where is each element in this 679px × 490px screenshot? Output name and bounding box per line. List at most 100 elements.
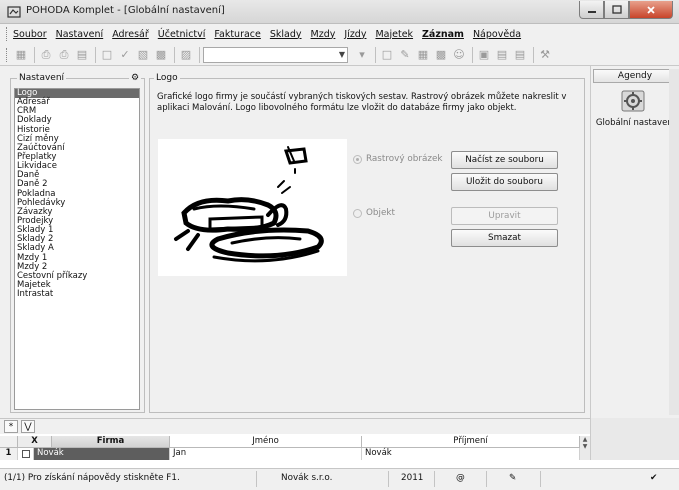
status-record-info: (1/1) Pro získání nápovědy stiskněte F1. [4,473,180,483]
users-icon[interactable]: ☺ [451,47,467,63]
edit-pencil-icon[interactable]: ✎ [397,47,413,63]
cell-prijmeni[interactable]: Novák [362,448,580,460]
report-icon[interactable]: ▤ [512,47,528,63]
row-checkbox[interactable] [18,448,34,460]
settings-nav-list[interactable]: Logo Adresář CRM Doklady Historie Cizí měny Za… [14,88,140,410]
save-icon[interactable]: ▧ [135,47,151,63]
at-sign-icon[interactable]: @ [456,473,465,483]
document-icon[interactable]: □ [379,47,395,63]
logo-legend: Logo [154,73,180,83]
print-icon[interactable]: ⎙ [38,47,54,63]
close-icon [647,5,655,14]
company-logo-drawing [174,146,324,263]
preview-icon[interactable]: ▤ [74,47,90,63]
status-year: 2011 [401,473,424,483]
filter-icon[interactable]: ⋁ [21,420,35,433]
paste-icon[interactable]: ▨ [178,47,194,63]
menu-adresar[interactable]: Adresář [112,29,149,40]
logo-group: Logo Grafické logo firmy je součástí vyb… [149,73,585,413]
toolbar-separator [375,46,376,63]
edit-icon[interactable]: ✓ [117,47,133,63]
check-circle-icon[interactable]: ✔ [650,473,657,483]
pohoda-app-icon [7,6,21,18]
toolbar-separator [34,46,35,63]
status-company: Novák s.r.o. [281,473,333,483]
radio-dot-raster [353,154,362,164]
agenda-icon[interactable]: ▦ [13,47,29,63]
menu-majetek[interactable]: Majetek [375,29,413,40]
minimize-button[interactable] [579,1,604,19]
delete-logo-button[interactable]: Smazat [451,229,558,247]
grid-header-select[interactable]: X [18,436,52,448]
window-icon[interactable]: ▣ [476,47,492,63]
calculator-icon[interactable]: ▩ [433,47,449,63]
global-settings-icon[interactable] [619,87,647,115]
radio-dot-object [353,208,362,218]
print-preview-icon[interactable]: ⎙ [56,47,72,63]
menu-bar: Soubor Nastavení Adresář Účetnictví Fakt… [0,24,679,44]
menu-sklady[interactable]: Sklady [270,29,302,40]
logo-image [158,139,347,276]
chevron-down-icon[interactable]: ▼ [336,47,348,63]
status-separator [256,471,257,487]
grid-scrollbar[interactable]: ▲ ▼ [580,436,590,460]
tools-icon[interactable]: ⚒ [537,47,553,63]
status-separator [540,471,541,487]
menu-zaznam[interactable]: Záznam [422,29,464,40]
toolbar: ▦ ⎙ ⎙ ▤ □ ✓ ▧ ▩ ▨ ▼ ▾ □ ✎ ▦ ▩ ☺ ▣ ▤ ▤ ⚒ [0,44,679,66]
maximize-button[interactable] [604,1,629,19]
menu-fakturace[interactable]: Fakturace [214,29,260,40]
settings-nav-legend: Nastavení [17,73,67,83]
settings-nav-item[interactable]: Intrastat [15,289,139,299]
grid-header: X Firma Jméno Příjmení [0,436,590,448]
pen-icon[interactable]: ✎ [509,473,516,483]
asterisk-icon[interactable]: * [4,420,18,433]
gear-icon[interactable]: ⚙ [129,73,142,83]
grid-header-prijmeni[interactable]: Příjmení [362,436,580,448]
menu-soubor[interactable]: Soubor [13,29,47,40]
grid-toolbar: * ⋁ [0,418,590,434]
window-controls [579,1,673,19]
agendy-item-global-settings[interactable]: Globální nastavení [593,118,678,128]
radio-object-label: Objekt [366,208,395,218]
quick-search-combo[interactable] [203,46,348,63]
menu-jizdy[interactable]: Jízdy [344,29,366,40]
copy-icon[interactable]: ▩ [153,47,169,63]
menu-nastaveni[interactable]: Nastavení [56,29,104,40]
radio-raster-label: Rastrový obrázek [366,154,443,164]
table-row[interactable]: 1 Novák Jan Novák [0,448,590,460]
toolbar-separator [95,46,96,63]
row-number: 1 [0,448,18,460]
radio-raster-image[interactable]: Rastrový obrázek [353,154,442,164]
main-panel: Nastavení ⚙ Logo Adresář CRM Doklady Histori… [0,66,590,418]
status-bar: (1/1) Pro získání nápovědy stiskněte F1.… [0,468,679,490]
agendy-header: Agendy [593,69,677,83]
status-separator [434,471,435,487]
title-bar: POHODA Komplet - [Globální nastavení] [0,0,679,24]
agendy-scrollbar[interactable] [669,69,679,415]
filter-icon[interactable]: ▾ [354,47,370,63]
toolbar-grip [6,47,9,62]
checkbox-icon [21,450,30,458]
edit-object-button[interactable]: Upravit [451,207,558,225]
save-to-file-button[interactable]: Uložit do souboru [451,173,558,191]
status-separator [486,471,487,487]
list-icon[interactable]: ▤ [494,47,510,63]
grid-header-rownum [0,436,18,448]
logo-description: Grafické logo firmy je součástí vybranýc… [157,92,567,113]
menu-grip [6,27,9,41]
maximize-icon [611,4,622,14]
menu-napoveda[interactable]: Nápověda [473,29,521,40]
grid-header-firma[interactable]: Firma [52,436,170,448]
grid-header-jmeno[interactable]: Jméno [170,436,362,448]
toolbar-separator [472,46,473,63]
table-icon[interactable]: ▦ [415,47,431,63]
cell-firma[interactable]: Novák [34,448,170,460]
menu-mzdy[interactable]: Mzdy [311,29,336,40]
menu-ucetnictvi[interactable]: Účetnictví [158,29,206,40]
cell-jmeno[interactable]: Jan [170,448,362,460]
load-from-file-button[interactable]: Načíst ze souboru [451,151,558,169]
new-record-icon[interactable]: □ [99,47,115,63]
close-button[interactable] [629,1,673,19]
radio-object[interactable]: Objekt [353,208,395,218]
